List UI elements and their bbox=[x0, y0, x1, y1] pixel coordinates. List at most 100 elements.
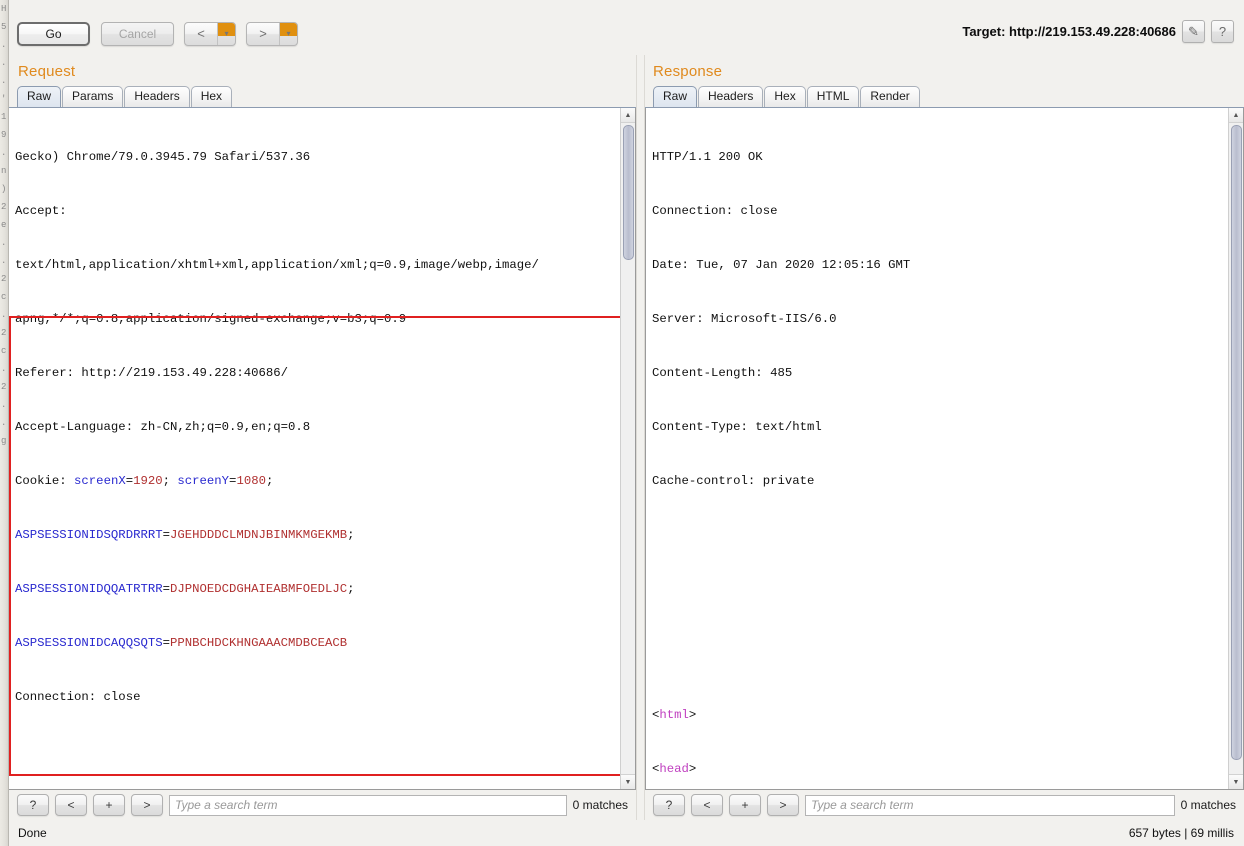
cookie-value: 1080 bbox=[236, 474, 266, 488]
request-find-add-button[interactable]: + bbox=[93, 794, 125, 816]
request-match-count: 0 matches bbox=[572, 798, 628, 812]
html-tag-line: <head> bbox=[652, 762, 697, 776]
response-line: HTTP/1.1 200 OK bbox=[652, 150, 763, 164]
cookie-key: Cookie: bbox=[15, 474, 75, 488]
request-line-cookie: ASPSESSIONIDSQRDRRRT=JGEHDDDCLMDNJBINMKM… bbox=[15, 528, 355, 542]
tab-request-raw[interactable]: Raw bbox=[17, 86, 62, 107]
request-line: Accept-Language: zh-CN,zh;q=0.9,en;q=0.8 bbox=[15, 420, 311, 434]
response-line: Connection: close bbox=[652, 204, 778, 218]
response-pane: Response Raw Headers Hex HTML Render HTT… bbox=[645, 55, 1244, 820]
response-match-count: 0 matches bbox=[1180, 798, 1236, 812]
target-bar: Target: http://219.153.49.228:40686 ✎ ? bbox=[962, 20, 1234, 43]
cookie-name: ASPSESSIONIDSQRDRRRT bbox=[15, 528, 163, 542]
request-find-bar: ? < + > Type a search term 0 matches bbox=[9, 790, 636, 820]
status-left-text: Done bbox=[18, 826, 47, 840]
response-scrollbar[interactable]: ▲ ▼ bbox=[1228, 108, 1243, 789]
response-line: Server: Microsoft-IIS/6.0 bbox=[652, 312, 837, 326]
cookie-name: screenY bbox=[177, 474, 230, 488]
target-label: Target: http://219.153.49.228:40686 bbox=[962, 24, 1176, 39]
request-pane: Request Raw Params Headers Hex Gecko) Ch… bbox=[9, 55, 636, 820]
help-icon[interactable]: ? bbox=[1211, 20, 1234, 43]
request-line-cookie: ASPSESSIONIDCAQQSQTS=PPNBCHDCKHNGAAACMDB… bbox=[15, 636, 348, 650]
tag-name: html bbox=[659, 708, 689, 722]
scrollbar-thumb[interactable] bbox=[623, 125, 634, 260]
response-find-prev-button[interactable]: < bbox=[691, 794, 723, 816]
chevron-down-icon[interactable]: ▾ bbox=[280, 23, 297, 38]
burp-repeater-window: Go Cancel < ▾ > ▾ Target: http://219.153… bbox=[9, 0, 1244, 846]
request-raw-editor[interactable]: Gecko) Chrome/79.0.3945.79 Safari/537.36… bbox=[9, 108, 620, 789]
tab-response-headers[interactable]: Headers bbox=[698, 86, 764, 107]
status-bar: Done 657 bytes | 69 millis bbox=[9, 820, 1244, 846]
response-search-input[interactable]: Type a search term bbox=[805, 794, 1175, 816]
background-window-sliver: H 5... ' 1 9. n) 2 e.. 2 c. 2 c. 2.. g bbox=[0, 0, 9, 846]
request-line: Connection: close bbox=[15, 690, 141, 704]
request-scrollbar[interactable]: ▲ ▼ bbox=[620, 108, 635, 789]
request-line: text/html,application/xhtml+xml,applicat… bbox=[15, 258, 539, 272]
request-search-input[interactable]: Type a search term bbox=[169, 794, 567, 816]
response-find-next-button[interactable]: > bbox=[767, 794, 799, 816]
scroll-down-arrow-icon[interactable]: ▼ bbox=[621, 774, 635, 789]
tab-response-raw[interactable]: Raw bbox=[653, 86, 698, 107]
split-panes: Request Raw Params Headers Hex Gecko) Ch… bbox=[9, 55, 1244, 820]
cookie-value: 1920 bbox=[133, 474, 163, 488]
response-editor-wrap: HTTP/1.1 200 OK Connection: close Date: … bbox=[645, 108, 1244, 790]
back-button[interactable]: < ▾ bbox=[184, 22, 236, 46]
response-title: Response bbox=[653, 63, 723, 80]
request-line-cookie: ASPSESSIONIDQQATRTRR=DJPNOEDCDGHAIEABMFO… bbox=[15, 582, 355, 596]
response-tabstrip: Raw Headers Hex HTML Render bbox=[645, 86, 1244, 108]
cookie-name: ASPSESSIONIDQQATRTRR bbox=[15, 582, 163, 596]
forward-button[interactable]: > ▾ bbox=[246, 22, 298, 46]
status-right-text: 657 bytes | 69 millis bbox=[1128, 826, 1234, 840]
scroll-up-arrow-icon[interactable]: ▲ bbox=[1229, 108, 1243, 123]
response-line: Content-Length: 485 bbox=[652, 366, 793, 380]
tab-request-params[interactable]: Params bbox=[62, 86, 124, 107]
response-raw-viewer[interactable]: HTTP/1.1 200 OK Connection: close Date: … bbox=[646, 108, 1228, 789]
back-arrow-icon: < bbox=[197, 26, 205, 41]
cookie-value: PPNBCHDCKHNGAAACMDBCEACB bbox=[169, 636, 348, 650]
pane-splitter[interactable] bbox=[636, 55, 645, 820]
response-find-help-button[interactable]: ? bbox=[653, 794, 685, 816]
tab-request-hex[interactable]: Hex bbox=[190, 86, 233, 107]
background-window-text: H 5... ' 1 9. n) 2 e.. 2 c. 2 c. 2.. g bbox=[1, 4, 7, 446]
request-find-prev-button[interactable]: < bbox=[55, 794, 87, 816]
cookie-name: ASPSESSIONIDCAQQSQTS bbox=[15, 636, 163, 650]
response-find-add-button[interactable]: + bbox=[729, 794, 761, 816]
request-line: Accept: bbox=[15, 204, 67, 218]
response-find-bar: ? < + > Type a search term 0 matches bbox=[645, 790, 1244, 820]
scroll-down-arrow-icon[interactable]: ▼ bbox=[1229, 774, 1243, 789]
go-button[interactable]: Go bbox=[17, 22, 90, 46]
chevron-down-icon[interactable]: ▾ bbox=[218, 23, 235, 38]
response-line: Cache-control: private bbox=[652, 474, 815, 488]
cookie-value: DJPNOEDCDGHAIEABMFOEDLJC bbox=[169, 582, 348, 596]
request-title: Request bbox=[18, 63, 76, 80]
response-line: Content-Type: text/html bbox=[652, 420, 822, 434]
tab-response-render[interactable]: Render bbox=[860, 86, 920, 107]
cancel-button: Cancel bbox=[101, 22, 174, 46]
tag-name: head bbox=[659, 762, 689, 776]
top-toolbar: Go Cancel < ▾ > ▾ Target: http://219.153… bbox=[9, 0, 1244, 55]
html-tag-line: <html> bbox=[652, 708, 697, 722]
request-line-cookie: Cookie: screenX=1920; screenY=1080; bbox=[15, 474, 274, 488]
scroll-up-arrow-icon[interactable]: ▲ bbox=[621, 108, 635, 123]
edit-pencil-icon[interactable]: ✎ bbox=[1182, 20, 1205, 43]
request-find-help-button[interactable]: ? bbox=[17, 794, 49, 816]
request-annotation-box bbox=[9, 316, 620, 776]
scrollbar-thumb[interactable] bbox=[1231, 125, 1242, 760]
tab-request-headers[interactable]: Headers bbox=[124, 86, 190, 107]
request-tabstrip: Raw Params Headers Hex bbox=[9, 86, 636, 108]
cookie-value: JGEHDDDCLMDNJBINMKMGEKMB bbox=[169, 528, 348, 542]
request-line: apng,*/*;q=0.8,application/signed-exchan… bbox=[15, 312, 407, 326]
request-find-next-button[interactable]: > bbox=[131, 794, 163, 816]
response-line: Date: Tue, 07 Jan 2020 12:05:16 GMT bbox=[652, 258, 911, 272]
forward-arrow-icon: > bbox=[259, 26, 267, 41]
request-line: Gecko) Chrome/79.0.3945.79 Safari/537.36 bbox=[15, 150, 311, 164]
cookie-name: screenX bbox=[74, 474, 126, 488]
tab-response-html[interactable]: HTML bbox=[806, 86, 860, 107]
request-line: Referer: http://219.153.49.228:40686/ bbox=[15, 366, 289, 380]
tab-response-hex[interactable]: Hex bbox=[764, 86, 806, 107]
request-editor-wrap: Gecko) Chrome/79.0.3945.79 Safari/537.36… bbox=[9, 108, 636, 790]
